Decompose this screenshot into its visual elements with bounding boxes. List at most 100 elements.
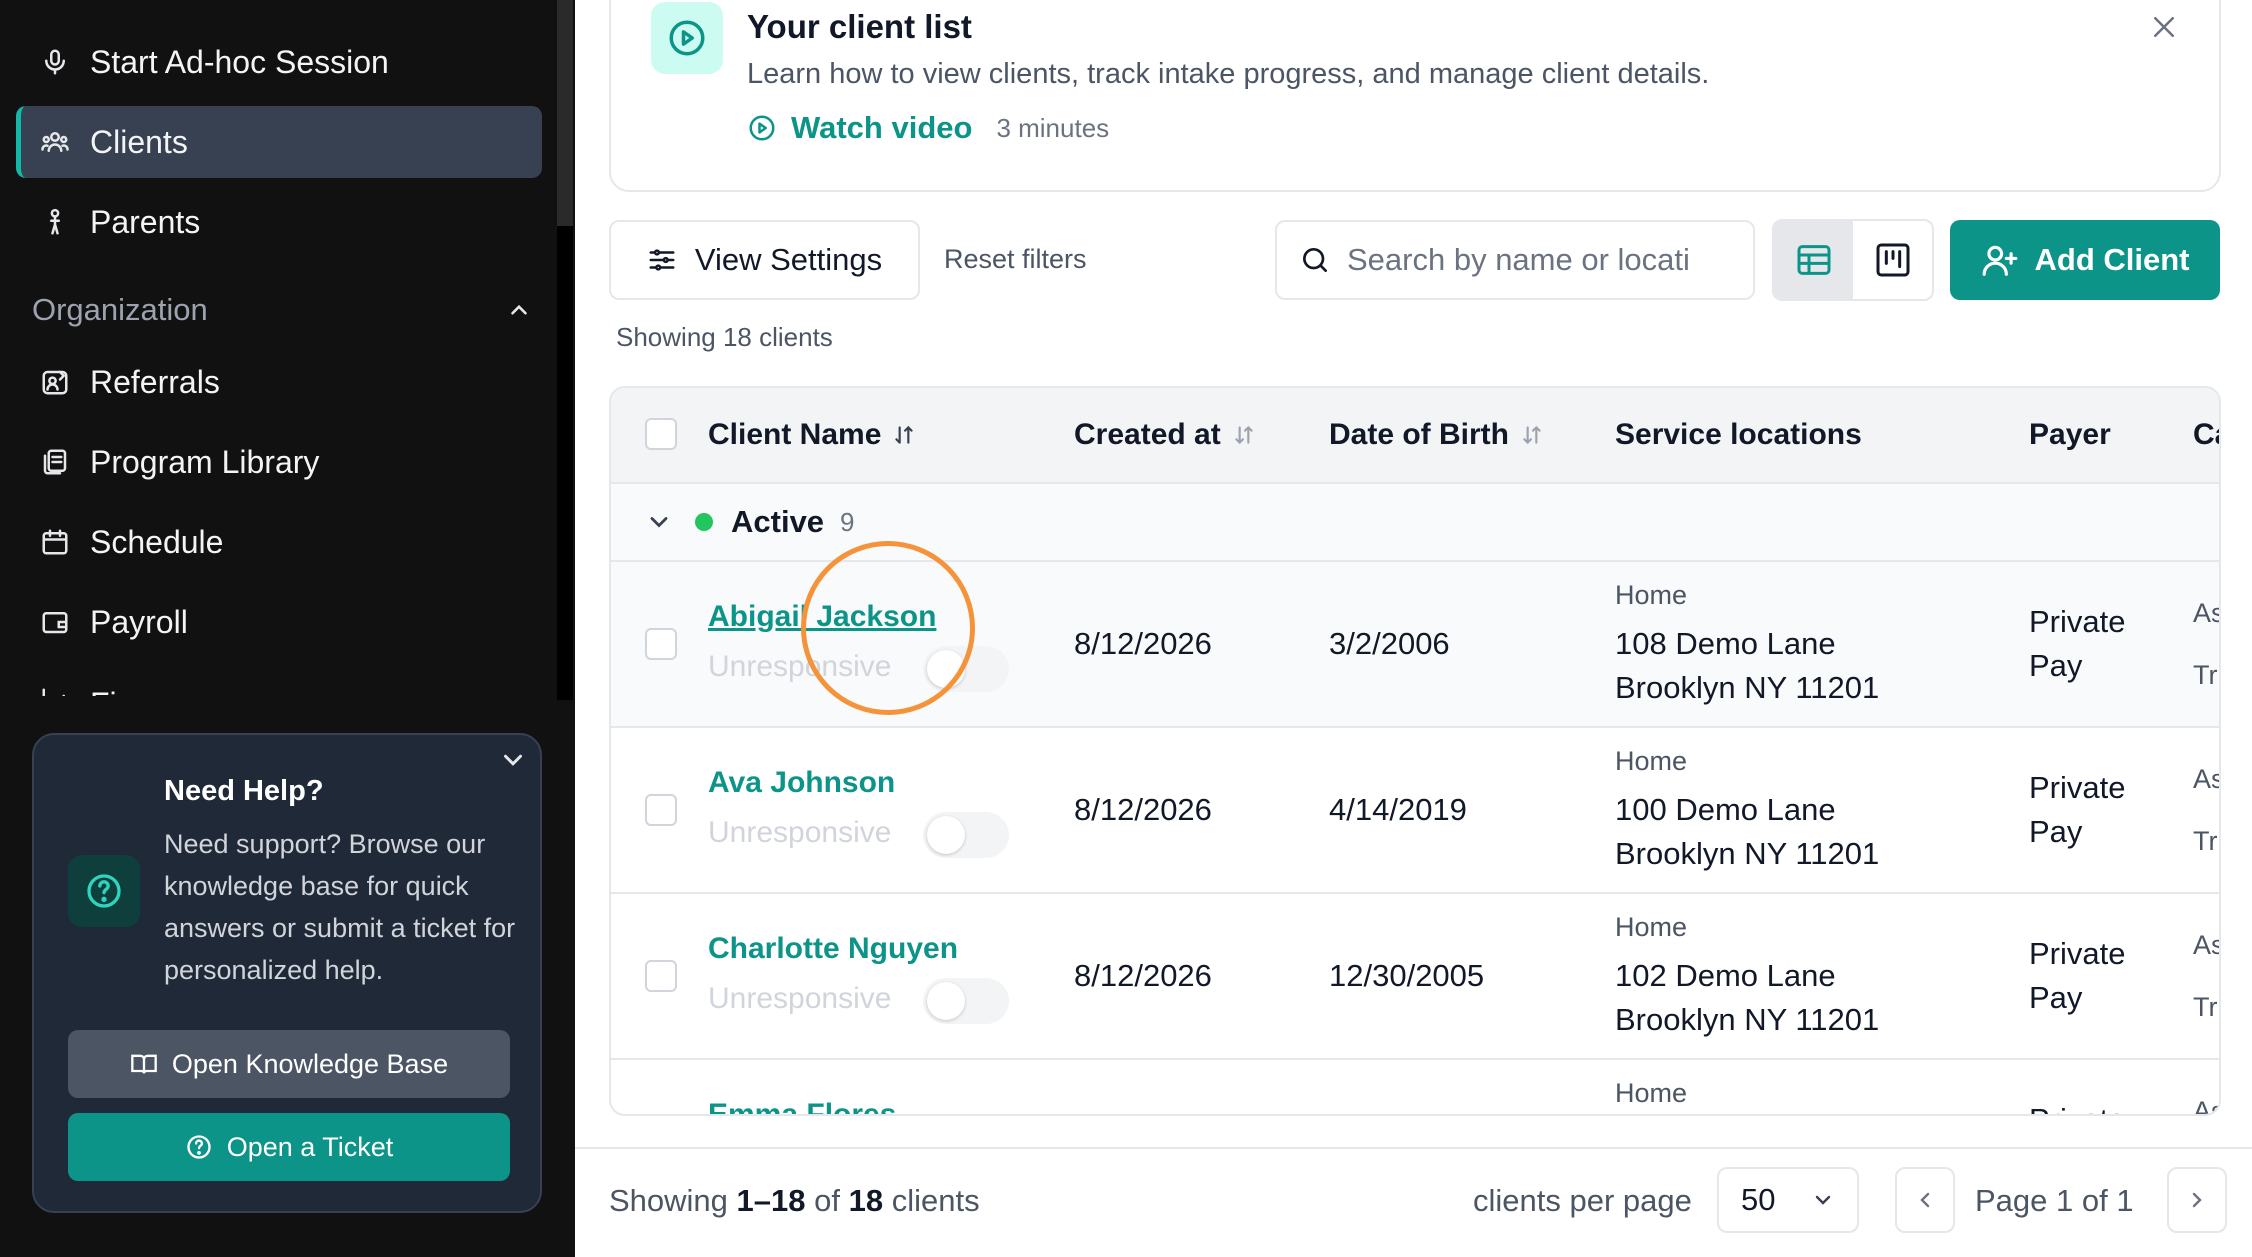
column-date-of-birth[interactable]: Date of Birth <box>1329 418 1545 452</box>
location-type: Home <box>1615 1078 1688 1108</box>
per-page-value: 50 <box>1741 1182 1776 1217</box>
row-checkbox[interactable] <box>645 794 677 826</box>
row-checkbox[interactable] <box>645 960 677 992</box>
sidebar-item-clients[interactable]: Clients <box>16 106 542 178</box>
sidebar-item-finances[interactable]: Finances <box>16 666 542 696</box>
payer-cell: Private <box>2029 604 2126 639</box>
location-type: Home <box>1615 580 1688 610</box>
payer-cell: Private <box>2029 770 2126 805</box>
search-input[interactable] <box>1347 242 1737 278</box>
chevron-down-icon <box>1815 1195 1831 1205</box>
open-knowledge-base-button[interactable]: Open Knowledge Base <box>68 1030 510 1098</box>
sidebar-item-program-library[interactable]: Program Library <box>16 426 542 498</box>
column-created-at[interactable]: Created at <box>1074 418 1257 452</box>
users-icon <box>41 132 69 152</box>
video-duration: 3 minutes <box>996 112 1110 143</box>
previous-page-button[interactable] <box>1895 1167 1955 1233</box>
column-truncated: Ca <box>2193 418 2219 452</box>
per-page-select[interactable]: 50 <box>1717 1167 1859 1233</box>
table-icon <box>1797 245 1830 275</box>
truncated-cell-line2: Tr <box>2193 660 2218 690</box>
created-at-cell: 8/12/2026 <box>1074 626 1212 661</box>
sidebar-item-parents[interactable]: Parents <box>16 186 542 258</box>
summary-of: of <box>814 1183 840 1218</box>
help-card: Need Help? Need support? Browse our know… <box>32 733 542 1213</box>
parent-icon <box>50 208 60 235</box>
summary-prefix: Showing <box>609 1183 728 1218</box>
chevron-left-icon <box>1920 1192 1930 1208</box>
help-circle-icon <box>68 855 140 927</box>
location-type: Home <box>1615 912 1688 942</box>
created-at-cell: 8/12/2026 <box>1074 958 1212 993</box>
truncated-cell-line2: Tr <box>2193 992 2218 1022</box>
watch-video-link[interactable]: Watch video 3 minutes <box>747 110 1109 146</box>
truncated-cell: As <box>2193 1096 2219 1116</box>
table-row[interactable]: Emma Flores Home Private As <box>611 1060 2219 1116</box>
microphone-icon <box>45 49 65 75</box>
client-name-link[interactable]: Charlotte Nguyen <box>708 932 958 966</box>
sidebar-item-payroll[interactable]: Payroll <box>16 586 542 658</box>
sort-icon <box>1235 425 1253 445</box>
play-icon <box>651 2 723 74</box>
payer-cell: Private <box>2029 936 2126 971</box>
truncated-cell-line2: Tr <box>2193 826 2218 856</box>
click-indicator <box>801 541 975 715</box>
sidebar-scrollbar-thumb[interactable] <box>557 226 573 700</box>
sidebar-section-organization[interactable]: Organization <box>32 292 532 328</box>
status-toggle[interactable] <box>923 978 1009 1024</box>
client-name-link[interactable]: Ava Johnson <box>708 766 895 800</box>
column-label: Created at <box>1074 418 1221 451</box>
kanban-icon <box>1876 243 1909 277</box>
column-label: Ca <box>2193 418 2219 451</box>
open-ticket-button[interactable]: Open a Ticket <box>68 1113 510 1181</box>
truncated-cell: As <box>2193 764 2219 794</box>
location-street: 100 Demo Lane <box>1615 792 1836 827</box>
row-checkbox[interactable] <box>645 628 677 660</box>
chevron-right-icon <box>2192 1192 2202 1208</box>
button-label: Add Client <box>2034 242 2190 277</box>
reset-filters-link[interactable]: Reset filters <box>944 244 1087 275</box>
sidebar-item-label: Clients <box>90 123 188 160</box>
status-toggle[interactable] <box>923 812 1009 858</box>
wallet-icon <box>42 612 68 634</box>
sidebar-item-referrals[interactable]: Referrals <box>16 346 542 418</box>
column-label: Client Name <box>708 418 882 451</box>
next-page-button[interactable] <box>2167 1167 2227 1233</box>
board-view-button[interactable] <box>1853 221 1932 299</box>
view-settings-button[interactable]: View Settings <box>609 220 920 300</box>
sidebar-item-schedule[interactable]: Schedule <box>16 506 542 578</box>
tutorial-banner: Your client list Learn how to view clien… <box>609 0 2221 192</box>
column-client-name[interactable]: Client Name <box>708 418 917 452</box>
per-page-label: clients per page <box>1473 1183 1692 1218</box>
close-icon[interactable] <box>2149 12 2179 42</box>
banner-description: Learn how to view clients, track intake … <box>747 58 1710 90</box>
column-payer: Payer <box>2029 418 2111 452</box>
status-dot <box>695 513 713 531</box>
table-row[interactable]: Charlotte Nguyen Unresponsive 8/12/2026 … <box>611 894 2219 1060</box>
button-label: Open Knowledge Base <box>171 1048 449 1079</box>
sidebar-item-label: Parents <box>90 203 201 240</box>
play-circle-icon <box>749 115 775 141</box>
button-label: View Settings <box>694 242 883 277</box>
sidebar-item-label: Start Ad-hoc Session <box>90 43 389 80</box>
sidebar: Start Ad-hoc Session Clients Parents Org… <box>0 0 575 1257</box>
search-box[interactable] <box>1275 220 1755 300</box>
column-label: Service locations <box>1615 418 1862 451</box>
sort-icon <box>895 425 914 444</box>
sidebar-item-start-adhoc-session[interactable]: Start Ad-hoc Session <box>16 26 542 98</box>
clients-table: Client Name Created at Date of Birth Ser… <box>609 386 2221 1116</box>
created-at-cell: 8/12/2026 <box>1074 792 1212 827</box>
summary-total: 18 <box>848 1183 884 1218</box>
client-status: Unresponsive <box>708 816 892 849</box>
chevron-down-icon[interactable] <box>498 745 528 775</box>
dob-cell: 12/30/2005 <box>1329 958 1485 993</box>
table-view-button[interactable] <box>1774 221 1853 299</box>
dob-cell: 3/2/2006 <box>1329 626 1450 661</box>
view-mode-toggle <box>1772 219 1934 301</box>
table-row[interactable]: Ava Johnson Unresponsive 8/12/2026 4/14/… <box>611 728 2219 894</box>
add-client-button[interactable]: Add Client <box>1950 220 2220 300</box>
select-all-checkbox[interactable] <box>645 418 677 450</box>
column-service-locations: Service locations <box>1615 418 1862 452</box>
watch-video-label[interactable]: Watch video <box>791 110 972 146</box>
client-name-link[interactable]: Emma Flores <box>708 1098 896 1114</box>
